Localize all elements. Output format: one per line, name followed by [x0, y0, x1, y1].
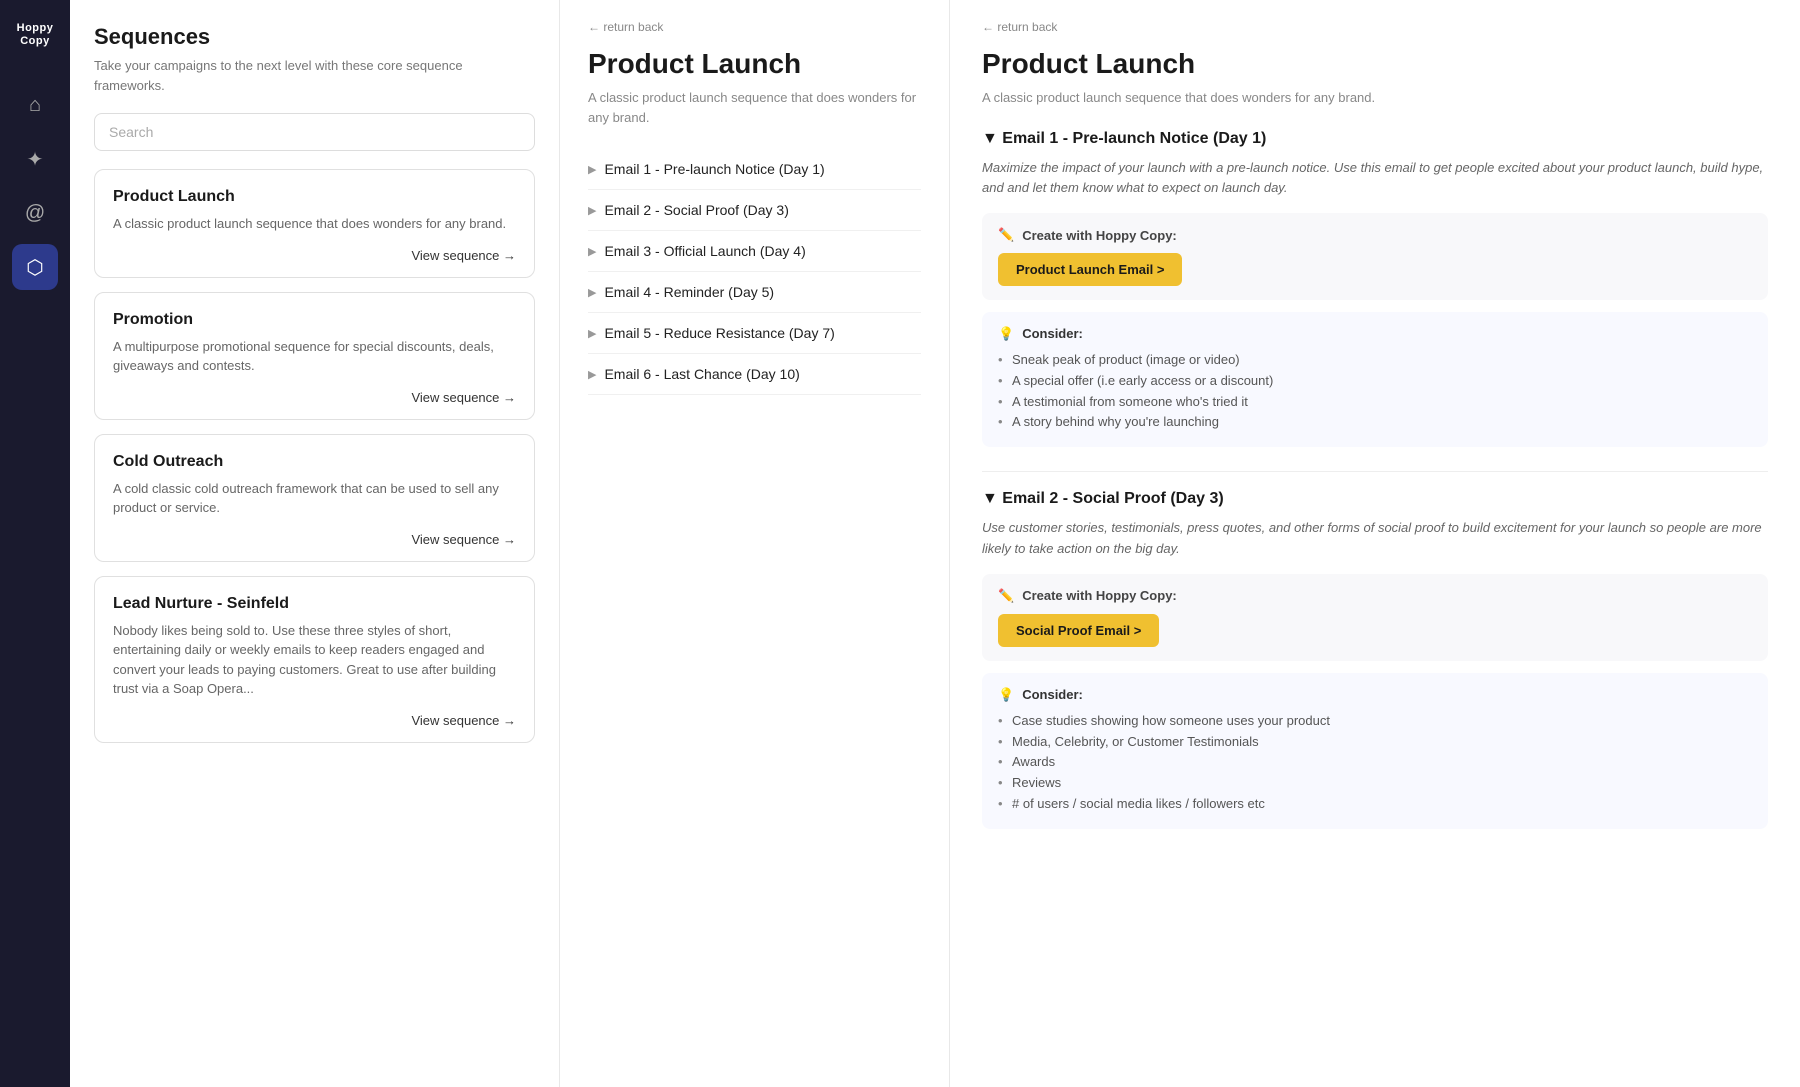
email-section-header-1[interactable]: ▼ Email 1 - Pre-launch Notice (Day 1)	[982, 130, 1768, 148]
lightbulb-icon: 💡	[998, 687, 1014, 703]
email-section-1: ▼ Email 1 - Pre-launch Notice (Day 1) Ma…	[982, 130, 1768, 448]
email-label: Email 4 - Reminder (Day 5)	[604, 284, 774, 300]
sequences-icon: ⬡	[26, 255, 43, 280]
email-label: Email 2 - Social Proof (Day 3)	[604, 202, 788, 218]
consider-box-2: 💡 Consider: Case studies showing how som…	[982, 673, 1768, 829]
create-label-1: ✏️ Create with Hoppy Copy:	[998, 227, 1752, 243]
email-label: Email 6 - Last Chance (Day 10)	[604, 366, 799, 382]
chevron-right-icon: ▶	[588, 327, 596, 340]
email-item-4[interactable]: ▶ Email 4 - Reminder (Day 5)	[588, 272, 921, 313]
consider-header-1: 💡 Consider:	[998, 326, 1752, 342]
consider-list-2: Case studies showing how someone uses yo…	[998, 711, 1752, 815]
left-panel: Sequences Take your campaigns to the nex…	[70, 0, 560, 1087]
view-sequence-link[interactable]: View sequence →	[113, 532, 516, 547]
create-label-2: ✏️ Create with Hoppy Copy:	[998, 588, 1752, 604]
create-button-2[interactable]: Social Proof Email >	[998, 614, 1159, 647]
section-divider	[982, 471, 1768, 472]
right-panel-desc: A classic product launch sequence that d…	[982, 88, 1768, 108]
at-icon: @	[25, 202, 45, 225]
app-logo[interactable]: HoppyCopy	[0, 0, 70, 70]
card-title: Promotion	[113, 311, 516, 329]
email-section-desc-1: Maximize the impact of your launch with …	[982, 158, 1768, 200]
email-section-desc-2: Use customer stories, testimonials, pres…	[982, 518, 1768, 560]
view-sequence-link[interactable]: View sequence →	[113, 713, 516, 728]
sidebar-item-home[interactable]: ⌂	[12, 82, 58, 128]
logo-text: HoppyCopy	[17, 22, 54, 48]
card-description: Nobody likes being sold to. Use these th…	[113, 621, 516, 699]
sidebar-nav: ⌂ ✦ @ ⬡	[0, 70, 70, 302]
consider-box-1: 💡 Consider: Sneak peak of product (image…	[982, 312, 1768, 447]
chevron-right-icon: ▶	[588, 204, 596, 217]
middle-return-back[interactable]: ← return back	[588, 20, 921, 34]
card-description: A classic product launch sequence that d…	[113, 214, 516, 234]
email-label: Email 5 - Reduce Resistance (Day 7)	[604, 325, 834, 341]
email-item-2[interactable]: ▶ Email 2 - Social Proof (Day 3)	[588, 190, 921, 231]
search-input[interactable]	[94, 113, 535, 151]
email-section-header-2[interactable]: ▼ Email 2 - Social Proof (Day 3)	[982, 490, 1768, 508]
consider-item: Reviews	[998, 773, 1752, 794]
create-box-1: ✏️ Create with Hoppy Copy: Product Launc…	[982, 213, 1768, 300]
chevron-right-icon: ▶	[588, 163, 596, 176]
chevron-right-icon: ▶	[588, 286, 596, 299]
email-item-1[interactable]: ▶ Email 1 - Pre-launch Notice (Day 1)	[588, 149, 921, 190]
create-button-1[interactable]: Product Launch Email >	[998, 253, 1182, 286]
consider-list-1: Sneak peak of product (image or video) A…	[998, 350, 1752, 433]
panel-heading: Sequences	[94, 24, 535, 50]
consider-item: Awards	[998, 752, 1752, 773]
lightbulb-icon: 💡	[998, 326, 1014, 342]
right-return-back[interactable]: ← return back	[982, 20, 1768, 34]
wand-icon: ✏️	[998, 588, 1014, 604]
sidebar-item-at[interactable]: @	[12, 190, 58, 236]
sequence-card-cold-outreach[interactable]: Cold Outreach A cold classic cold outrea…	[94, 434, 535, 562]
view-sequence-link[interactable]: View sequence →	[113, 248, 516, 263]
email-item-5[interactable]: ▶ Email 5 - Reduce Resistance (Day 7)	[588, 313, 921, 354]
card-description: A cold classic cold outreach framework t…	[113, 479, 516, 518]
consider-item: A story behind why you're launching	[998, 412, 1752, 433]
middle-panel-desc: A classic product launch sequence that d…	[588, 88, 921, 127]
panel-subtitle: Take your campaigns to the next level wi…	[94, 56, 535, 95]
right-panel-title: Product Launch	[982, 48, 1768, 80]
chevron-right-icon: ▶	[588, 368, 596, 381]
email-section-2: ▼ Email 2 - Social Proof (Day 3) Use cus…	[982, 490, 1768, 829]
sequence-card-promotion[interactable]: Promotion A multipurpose promotional seq…	[94, 292, 535, 420]
view-sequence-link[interactable]: View sequence →	[113, 390, 516, 405]
card-title: Lead Nurture - Seinfeld	[113, 595, 516, 613]
sidebar-item-sequences[interactable]: ⬡	[12, 244, 58, 290]
wand-icon: ✏️	[998, 227, 1014, 243]
sequence-card-product-launch[interactable]: Product Launch A classic product launch …	[94, 169, 535, 278]
consider-item: Media, Celebrity, or Customer Testimonia…	[998, 732, 1752, 753]
consider-header-2: 💡 Consider:	[998, 687, 1752, 703]
create-box-2: ✏️ Create with Hoppy Copy: Social Proof …	[982, 574, 1768, 661]
email-label: Email 1 - Pre-launch Notice (Day 1)	[604, 161, 824, 177]
consider-item: # of users / social media likes / follow…	[998, 794, 1752, 815]
right-panel: ← return back Product Launch A classic p…	[950, 0, 1800, 1087]
consider-item: A testimonial from someone who's tried i…	[998, 392, 1752, 413]
sequence-card-lead-nurture[interactable]: Lead Nurture - Seinfeld Nobody likes bei…	[94, 576, 535, 743]
consider-item: Sneak peak of product (image or video)	[998, 350, 1752, 371]
middle-panel: ← return back Product Launch A classic p…	[560, 0, 950, 1087]
chevron-right-icon: ▶	[588, 245, 596, 258]
card-title: Product Launch	[113, 188, 516, 206]
consider-item: Case studies showing how someone uses yo…	[998, 711, 1752, 732]
sidebar: HoppyCopy ⌂ ✦ @ ⬡	[0, 0, 70, 1087]
card-title: Cold Outreach	[113, 453, 516, 471]
consider-item: A special offer (i.e early access or a d…	[998, 371, 1752, 392]
home-icon: ⌂	[29, 94, 41, 117]
email-item-6[interactable]: ▶ Email 6 - Last Chance (Day 10)	[588, 354, 921, 395]
email-list: ▶ Email 1 - Pre-launch Notice (Day 1) ▶ …	[588, 149, 921, 395]
email-label: Email 3 - Official Launch (Day 4)	[604, 243, 805, 259]
email-item-3[interactable]: ▶ Email 3 - Official Launch (Day 4)	[588, 231, 921, 272]
card-description: A multipurpose promotional sequence for …	[113, 337, 516, 376]
sidebar-item-magic[interactable]: ✦	[12, 136, 58, 182]
magic-icon: ✦	[27, 147, 44, 172]
middle-panel-title: Product Launch	[588, 48, 921, 80]
